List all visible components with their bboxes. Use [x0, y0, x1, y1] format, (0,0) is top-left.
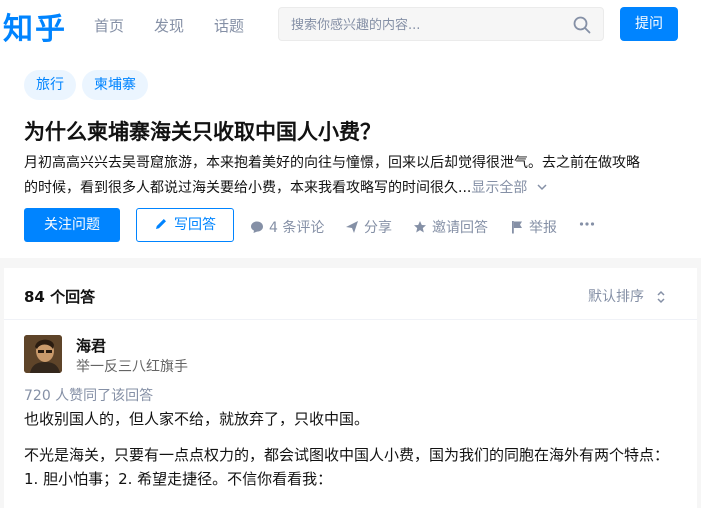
search-box: [278, 7, 604, 41]
show-all-link[interactable]: 显示全部: [471, 180, 547, 196]
divider: [4, 319, 697, 320]
answer-paragraph-1: 也收别国人的，但人家不给，就放弃了，只收中国。: [24, 410, 370, 428]
pencil-icon: [156, 219, 166, 229]
star-icon: [414, 221, 426, 233]
top-navbar: 知乎 首页 发现 话题 提问: [0, 0, 701, 50]
answer-count: 84 个回答: [24, 288, 96, 306]
question-detail-line2: 的时候，看到很多人都说过海关要给小费，本来我看攻略写的时间很久...: [24, 180, 472, 196]
avatar-photo: [24, 335, 62, 373]
question-detail-line1: 月初高高兴兴去吴哥窟旅游，本来抱着美好的向往与憧憬，回来以后却觉得很泄气。去之前…: [24, 155, 640, 171]
show-all-label: 显示全部: [471, 180, 528, 196]
answers-list: 84 个回答 默认排序 海君 举一反三八红旗手 720 人赞同了该回答 也收别国…: [4, 268, 697, 508]
write-answer-button[interactable]: 写回答: [136, 208, 234, 242]
nav-home[interactable]: 首页: [94, 15, 124, 36]
vote-count: 720 人赞同了该回答: [24, 388, 154, 404]
chevron-down-icon: [537, 184, 547, 191]
comment-icon: [251, 221, 263, 233]
sort-label: 默认排序: [588, 289, 644, 305]
avatar[interactable]: [24, 335, 62, 373]
topic-tag-cambodia[interactable]: 柬埔寨: [82, 70, 148, 100]
more-options-button[interactable]: [579, 217, 600, 233]
author-bio: 举一反三八红旗手: [76, 359, 188, 375]
question-title: 为什么柬埔寨海关只收取中国人小费？: [24, 120, 381, 144]
report-button[interactable]: 举报: [510, 217, 557, 237]
answer-paragraph-2: 不光是海关，只要有一点点权力的，都会试图收中国人小费，国为我们的同胞在海外有两个…: [24, 446, 670, 464]
sort-toggle-icon: [657, 290, 665, 304]
follow-question-button[interactable]: 关注问题: [24, 208, 120, 242]
question-header: 旅行 柬埔寨 为什么柬埔寨海关只收取中国人小费？ 月初高高兴兴去吴哥窟旅游，本来…: [0, 50, 701, 258]
author-name[interactable]: 海君: [76, 335, 106, 356]
sort-dropdown[interactable]: 默认排序: [588, 286, 666, 306]
search-input[interactable]: [289, 14, 563, 36]
share-label: 分享: [364, 220, 392, 236]
share-button[interactable]: 分享: [345, 217, 392, 237]
nav-topics[interactable]: 话题: [214, 15, 244, 36]
invite-answer-button[interactable]: 邀请回答: [413, 217, 488, 237]
ask-question-button[interactable]: 提问: [620, 7, 678, 41]
zhihu-logo[interactable]: 知乎: [3, 4, 67, 48]
question-detail: 月初高高兴兴去吴哥窟旅游，本来抱着美好的向往与憧憬，回来以后却觉得很泄气。去之前…: [24, 151, 686, 201]
report-label: 举报: [529, 220, 557, 236]
search-icon[interactable]: [573, 16, 591, 34]
comments-label: 4 条评论: [269, 220, 325, 236]
nav-explore[interactable]: 发现: [154, 15, 184, 36]
answer-paragraph-3: 1. 胆小怕事；2. 希望走捷径。不信你看看我：: [24, 470, 333, 488]
more-icon: [579, 222, 595, 226]
comments-button[interactable]: 4 条评论: [250, 217, 324, 237]
share-icon: [346, 221, 358, 233]
topic-tag-travel[interactable]: 旅行: [24, 70, 76, 100]
invite-answer-label: 邀请回答: [432, 220, 488, 236]
question-actions: 关注问题 写回答 4 条评论 分享 邀请回答 举报: [0, 208, 701, 244]
flag-icon: [512, 221, 522, 234]
write-answer-label: 写回答: [174, 217, 216, 233]
